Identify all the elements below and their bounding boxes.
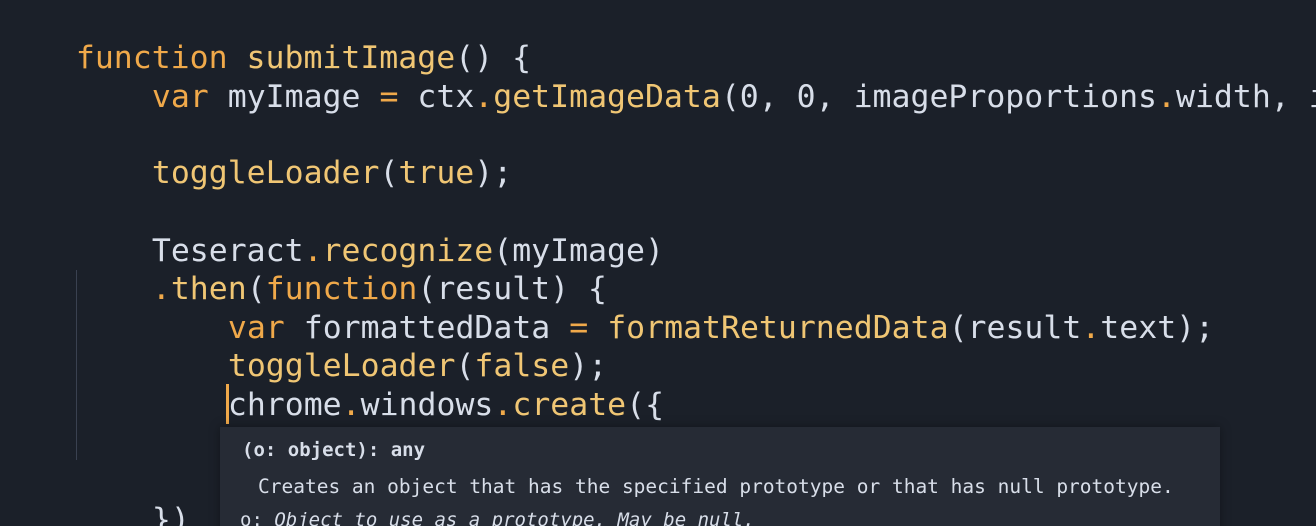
text-cursor <box>226 384 229 424</box>
code-editor[interactable]: function submitImage() { var myImage = c… <box>0 0 1316 526</box>
signature-text: (o: object): any <box>242 439 426 461</box>
code-line-2: var myImage = ctx.getImageData(0, 0, ima… <box>76 40 1316 115</box>
code-line-6: Teseract.recognize(myImage) <box>76 194 664 269</box>
arguments: width, image <box>1175 79 1316 115</box>
code-line-10: chrome.windows.create({ <box>152 348 664 423</box>
code-line-7: .then(function(result) { <box>76 232 607 307</box>
operator: . <box>1081 310 1101 346</box>
param-description: Object to use as a prototype. May be nul… <box>274 509 755 526</box>
operator: = <box>379 79 399 115</box>
identifier: chrome <box>227 387 342 423</box>
code-line-4: toggleLoader(true); <box>76 116 512 191</box>
arguments: (result <box>948 310 1082 346</box>
function-name: getImageData <box>493 79 721 115</box>
code-line-13: }) <box>76 463 190 526</box>
signature-help-tooltip: (o: object): any Creates an object that … <box>220 427 1220 526</box>
code-line-9: toggleLoader(false); <box>152 309 607 384</box>
description-text: Creates an object that has the specified… <box>258 475 1174 498</box>
arguments: (0, 0, imageProportions <box>720 79 1158 115</box>
function-name: create <box>512 387 627 423</box>
boolean: true <box>398 155 475 191</box>
function-name: toggleLoader <box>151 155 380 191</box>
code-line-8: var formattedData = formatReturnedData(r… <box>152 271 1214 346</box>
punctuation: }) <box>151 502 190 526</box>
identifier: windows <box>360 387 494 423</box>
parameter-doc: o: Object to use as a prototype. May be … <box>240 509 755 526</box>
punctuation: ({ <box>626 387 665 423</box>
function-name: formatReturnedData <box>607 310 949 346</box>
identifier: ctx <box>398 79 475 115</box>
punctuation: ( <box>379 155 399 191</box>
keyword: var <box>151 79 209 115</box>
punctuation: ); <box>474 155 513 191</box>
operator: . <box>493 387 513 423</box>
operator: . <box>341 387 361 423</box>
code-line-1: function submitImage() { <box>0 1 531 76</box>
operator: . <box>1157 79 1176 115</box>
identifier: myImage <box>208 79 380 115</box>
param-name: o: <box>240 509 275 526</box>
operator: . <box>474 79 494 115</box>
arguments: text); <box>1100 310 1215 346</box>
